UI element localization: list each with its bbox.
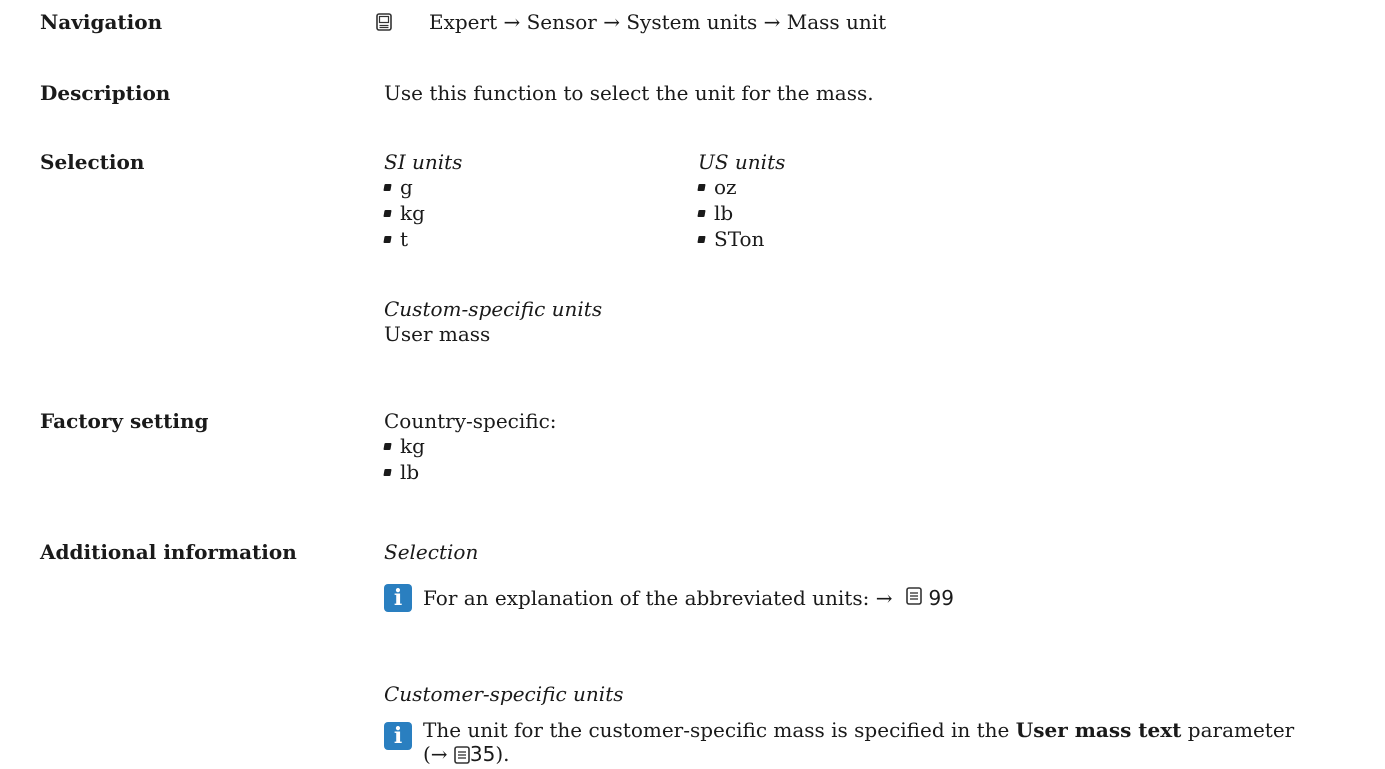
book-icon <box>454 745 470 769</box>
list-item: kg <box>384 433 425 459</box>
list-item: oz <box>698 174 764 200</box>
info-note-2: i The unit for the customer-specific mas… <box>384 718 1374 769</box>
display-icon <box>376 12 392 36</box>
us-units-list: oz lb STon <box>698 174 764 252</box>
parameter-name: User mass text <box>1015 718 1182 742</box>
reference-close: ). <box>495 742 510 766</box>
si-units-heading: SI units <box>384 150 463 174</box>
navigation-label: Navigation <box>40 10 163 34</box>
list-item: kg <box>384 200 425 226</box>
reference-open: (→ <box>423 742 448 766</box>
selection-subheading: Selection <box>384 540 479 564</box>
custom-units-value: User mass <box>384 322 491 346</box>
description-label: Description <box>40 81 171 105</box>
page-reference-link[interactable]: 99 <box>928 586 953 610</box>
factory-setting-label: Factory setting <box>40 409 209 433</box>
info-icon: i <box>384 584 412 612</box>
list-item: g <box>384 174 425 200</box>
customer-units-subheading: Customer-specific units <box>384 682 624 706</box>
list-item: lb <box>384 459 425 485</box>
factory-setting-intro: Country-specific: <box>384 409 557 433</box>
book-icon <box>906 586 923 610</box>
navigation-path: Expert → Sensor → System units → Mass un… <box>429 10 887 34</box>
list-item: lb <box>698 200 764 226</box>
si-units-list: g kg t <box>384 174 425 252</box>
list-item: t <box>384 226 425 252</box>
info-note-text: For an explanation of the abbreviated un… <box>423 586 893 610</box>
description-text: Use this function to select the unit for… <box>384 81 874 105</box>
info-note-text: The unit for the customer-specific mass … <box>423 718 1010 742</box>
selection-label: Selection <box>40 150 145 174</box>
us-units-heading: US units <box>698 150 786 174</box>
page-reference-link[interactable]: 35 <box>470 742 495 766</box>
factory-setting-list: kg lb <box>384 433 425 485</box>
info-icon: i <box>384 722 412 750</box>
info-note-text: parameter <box>1187 718 1295 742</box>
list-item: STon <box>698 226 764 252</box>
info-note-1: i For an explanation of the abbreviated … <box>384 584 954 612</box>
additional-info-label: Additional information <box>40 540 297 564</box>
custom-units-heading: Custom-specific units <box>384 297 603 321</box>
